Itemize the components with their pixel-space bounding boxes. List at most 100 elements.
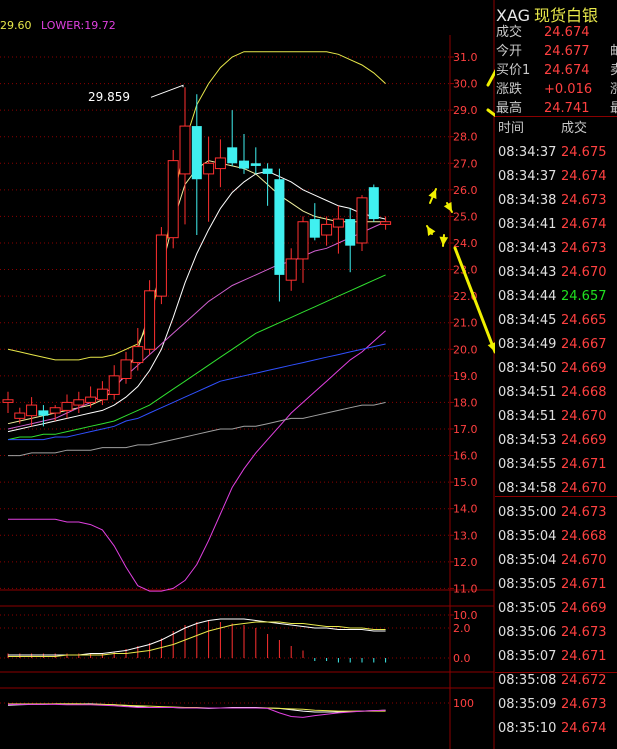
chart-grid: 31.030.029.028.027.026.025.024.023.022.0… (0, 0, 495, 749)
tick-row: 08:35:05 24.669 (495, 597, 617, 621)
tick-time: 08:35:10 (498, 721, 557, 736)
candle-body (214, 157, 226, 170)
tick-row: 08:34:37 24.674 (495, 165, 617, 189)
quote-label: 今开 (496, 44, 523, 59)
tick-price: 24.673 (561, 697, 607, 712)
tick-price: 24.674 (561, 217, 607, 232)
y-tick-label: 19.0 (453, 370, 478, 383)
tick-time: 08:34:55 (498, 457, 557, 472)
tick-row: 08:34:37 24.675 (495, 141, 617, 165)
tick-row: 08:34:51 24.668 (495, 381, 617, 405)
tick-time: 08:34:37 (498, 169, 557, 184)
tick-price: 24.668 (561, 529, 607, 544)
y-tick-label: 11.0 (453, 582, 478, 595)
quote-extra: 涨 (610, 82, 617, 97)
tick-time: 08:35:00 (498, 505, 557, 520)
tick-row: 08:34:45 24.665 (495, 309, 617, 333)
y-tick-label: 16.0 (453, 450, 478, 463)
y-tick-label: 29.0 (453, 104, 478, 117)
tick-price: 24.665 (561, 313, 607, 328)
tick-price: 24.673 (561, 193, 607, 208)
candle-body (120, 359, 132, 379)
tick-time: 08:35:07 (498, 649, 557, 664)
indicator-header: 29.60 LOWER:19.72 (0, 19, 116, 32)
tick-price: 24.657 (561, 289, 607, 304)
tick-price: 24.671 (561, 457, 607, 472)
tick-row: 08:35:00 24.673 (495, 501, 617, 525)
macd-chart (7, 618, 387, 663)
candle-body (108, 375, 120, 395)
tick-price: 24.670 (561, 409, 607, 424)
tick-time: 08:35:04 (498, 529, 557, 544)
tick-row: 08:35:04 24.668 (495, 525, 617, 549)
y-tick-label: 28.0 (453, 131, 478, 144)
candle-body (239, 160, 249, 169)
price-header: 成交 (561, 121, 588, 136)
quote-value: +0.016 (544, 82, 593, 97)
tick-time: 08:35:06 (498, 625, 557, 640)
candle-body (14, 412, 26, 419)
candle-body (179, 125, 191, 175)
y-tick-label: 13.0 (453, 529, 478, 542)
annotation-arrowhead (439, 236, 449, 246)
candle-body (38, 410, 49, 416)
tick-price: 24.668 (561, 385, 607, 400)
kdj-chart (7, 703, 386, 718)
tick-time: 08:34:44 (498, 289, 557, 304)
upper-band-label: 29.60 (0, 19, 32, 32)
price-chart (2, 51, 392, 592)
y-tick-label: 31.0 (453, 51, 478, 64)
tick-time: 08:34:43 (498, 265, 557, 280)
y-tick-label: 0.0 (453, 652, 471, 665)
candle-body (356, 197, 368, 244)
tick-time: 08:35:04 (498, 553, 557, 568)
candle-body (309, 219, 320, 238)
candle-body (380, 221, 392, 225)
tick-price: 24.671 (561, 577, 607, 592)
y-tick-label: 100 (453, 697, 474, 710)
quote-label: 涨跌 (496, 82, 523, 97)
tick-time: 08:34:51 (498, 409, 557, 424)
tick-price: 24.673 (561, 625, 607, 640)
tick-price: 24.673 (561, 505, 607, 520)
tick-price: 24.669 (561, 361, 607, 376)
tick-time: 08:34:50 (498, 361, 557, 376)
candle-body (297, 221, 309, 260)
y-tick-label: 27.0 (453, 157, 478, 170)
tick-time: 08:34:53 (498, 433, 557, 448)
candle-body (96, 388, 108, 401)
tick-price: 24.670 (561, 553, 607, 568)
candle-body (73, 399, 85, 406)
tick-row: 08:34:44 24.657 (495, 285, 617, 309)
candle-body (26, 404, 38, 417)
tick-row: 08:35:04 24.670 (495, 549, 617, 573)
tick-row: 08:34:38 24.673 (495, 189, 617, 213)
tick-row: 08:35:09 24.673 (495, 693, 617, 717)
tick-row: 08:34:53 24.669 (495, 429, 617, 453)
y-tick-label: 20.0 (453, 343, 478, 356)
tick-price: 24.669 (561, 433, 607, 448)
tick-price: 24.673 (561, 241, 607, 256)
candle-body (274, 179, 285, 275)
quote-label: 成交 (496, 25, 523, 40)
tick-row: 08:35:10 24.674 (495, 717, 617, 741)
tick-row: 08:34:50 24.669 (495, 357, 617, 381)
quote-separator (495, 116, 617, 117)
y-tick-label: 12.0 (453, 556, 478, 569)
y-tick-label: 17.0 (453, 423, 478, 436)
candle-body (332, 218, 344, 228)
candle-body (321, 223, 333, 236)
candle-body (227, 147, 238, 164)
candle-body (250, 163, 261, 166)
candle-body (132, 346, 144, 364)
tick-row: 08:35:07 24.671 (495, 645, 617, 669)
tick-price: 24.669 (561, 601, 607, 616)
tick-row: 08:34:49 24.667 (495, 333, 617, 357)
tick-time: 08:35:05 (498, 577, 557, 592)
tick-row: 08:34:55 24.671 (495, 453, 617, 477)
y-tick-label: 14.0 (453, 503, 478, 516)
tick-separator (495, 496, 617, 497)
y-tick-label: 2.0 (453, 622, 471, 635)
candle-body (191, 126, 202, 180)
tick-time: 08:34:49 (498, 337, 557, 352)
